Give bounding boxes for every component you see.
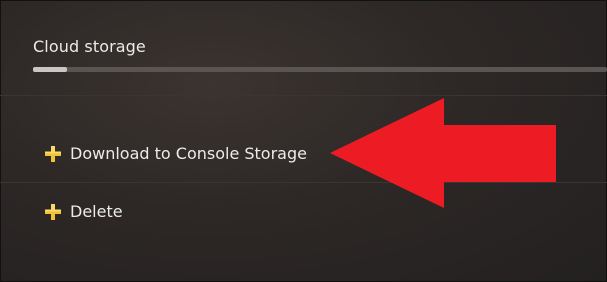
red-arrow-annotation-icon	[330, 98, 556, 208]
